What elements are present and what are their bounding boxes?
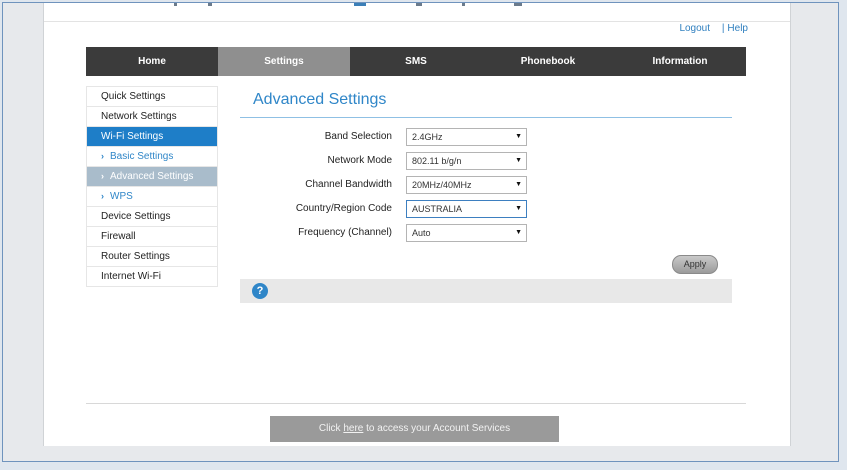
- footer-divider: [86, 403, 746, 404]
- frequency-channel-select[interactable]: Auto ▼: [406, 224, 527, 242]
- sidebar-item-network-settings[interactable]: Network Settings: [86, 107, 218, 127]
- select-value: 802.11 b/g/n: [412, 156, 462, 166]
- network-mode-select[interactable]: 802.11 b/g/n ▼: [406, 152, 527, 170]
- channel-bandwidth-select[interactable]: 20MHz/40MHz ▼: [406, 176, 527, 194]
- field-label: Network Mode: [327, 155, 392, 166]
- toolbar-mark: [208, 3, 212, 6]
- page-title: Advanced Settings: [253, 91, 387, 108]
- select-value: Auto: [412, 228, 431, 238]
- sidebar-subitem-label: Advanced Settings: [110, 171, 194, 182]
- browser-toolbar-strip: [44, 3, 790, 22]
- sidebar-subitem-basic-settings[interactable]: › Basic Settings: [86, 147, 218, 167]
- tab-home[interactable]: Home: [86, 47, 218, 76]
- sidebar-item-quick-settings[interactable]: Quick Settings: [86, 86, 218, 107]
- account-suffix: to access your Account Services: [363, 423, 511, 434]
- router-admin-page: Logout | Help Home Settings SMS Phonebook…: [43, 3, 791, 446]
- sidebar-item-device-settings[interactable]: Device Settings: [86, 207, 218, 227]
- sidebar-subitem-label: WPS: [110, 191, 133, 202]
- account-prefix: Click: [318, 423, 344, 434]
- toolbar-mark: [174, 3, 177, 6]
- help-icon[interactable]: ?: [252, 283, 268, 299]
- select-value: 2.4GHz: [412, 132, 443, 142]
- toolbar-mark: [514, 3, 522, 6]
- toolbar-mark: [354, 3, 366, 6]
- band-selection-select[interactable]: 2.4GHz ▼: [406, 128, 527, 146]
- window-frame: Logout | Help Home Settings SMS Phonebook…: [2, 2, 839, 462]
- field-label: Country/Region Code: [295, 203, 392, 214]
- tab-sms[interactable]: SMS: [350, 47, 482, 76]
- main-nav: Home Settings SMS Phonebook Information: [86, 47, 746, 76]
- sidebar-subitem-wps[interactable]: › WPS: [86, 187, 218, 207]
- tab-information[interactable]: Information: [614, 47, 746, 76]
- toolbar-mark: [462, 3, 465, 6]
- title-divider: [240, 117, 732, 118]
- field-label: Channel Bandwidth: [305, 179, 392, 190]
- help-bar: ?: [240, 279, 732, 303]
- field-country-region: Country/Region Code AUSTRALIA ▼: [240, 200, 540, 218]
- dropdown-arrow-icon: ▼: [515, 133, 522, 140]
- tab-phonebook[interactable]: Phonebook: [482, 47, 614, 76]
- chevron-right-icon: ›: [101, 151, 104, 161]
- top-links: Logout | Help: [679, 23, 748, 34]
- apply-button[interactable]: Apply: [672, 255, 718, 274]
- tab-settings[interactable]: Settings: [218, 47, 350, 76]
- help-link[interactable]: Help: [727, 23, 748, 34]
- chevron-right-icon: ›: [101, 191, 104, 201]
- dropdown-arrow-icon: ▼: [515, 205, 522, 212]
- sidebar-item-router-settings[interactable]: Router Settings: [86, 247, 218, 267]
- sidebar-item-internet-wifi[interactable]: Internet Wi-Fi: [86, 267, 218, 287]
- field-channel-bandwidth: Channel Bandwidth 20MHz/40MHz ▼: [240, 176, 540, 194]
- dropdown-arrow-icon: ▼: [515, 181, 522, 188]
- toolbar-mark: [416, 3, 422, 6]
- field-network-mode: Network Mode 802.11 b/g/n ▼: [240, 152, 540, 170]
- field-band-selection: Band Selection 2.4GHz ▼: [240, 128, 540, 146]
- sidebar-subitem-advanced-settings[interactable]: › Advanced Settings: [86, 167, 218, 187]
- sidebar-subitem-label: Basic Settings: [110, 151, 174, 162]
- logout-link[interactable]: Logout: [679, 23, 710, 34]
- account-services-bar: Click here to access your Account Servic…: [270, 416, 559, 442]
- select-value: AUSTRALIA: [412, 204, 463, 214]
- sidebar-item-wifi-settings[interactable]: Wi-Fi Settings: [86, 127, 218, 147]
- field-label: Frequency (Channel): [298, 227, 392, 238]
- settings-sidebar: Quick Settings Network Settings Wi-Fi Se…: [86, 86, 218, 287]
- link-separator: |: [721, 23, 725, 34]
- dropdown-arrow-icon: ▼: [515, 157, 522, 164]
- select-value: 20MHz/40MHz: [412, 180, 472, 190]
- chevron-right-icon: ›: [101, 171, 104, 181]
- dropdown-arrow-icon: ▼: [515, 229, 522, 236]
- sidebar-item-firewall[interactable]: Firewall: [86, 227, 218, 247]
- field-label: Band Selection: [324, 131, 392, 142]
- field-frequency-channel: Frequency (Channel) Auto ▼: [240, 224, 540, 242]
- account-services-link[interactable]: here: [343, 423, 363, 434]
- country-region-select[interactable]: AUSTRALIA ▼: [406, 200, 527, 218]
